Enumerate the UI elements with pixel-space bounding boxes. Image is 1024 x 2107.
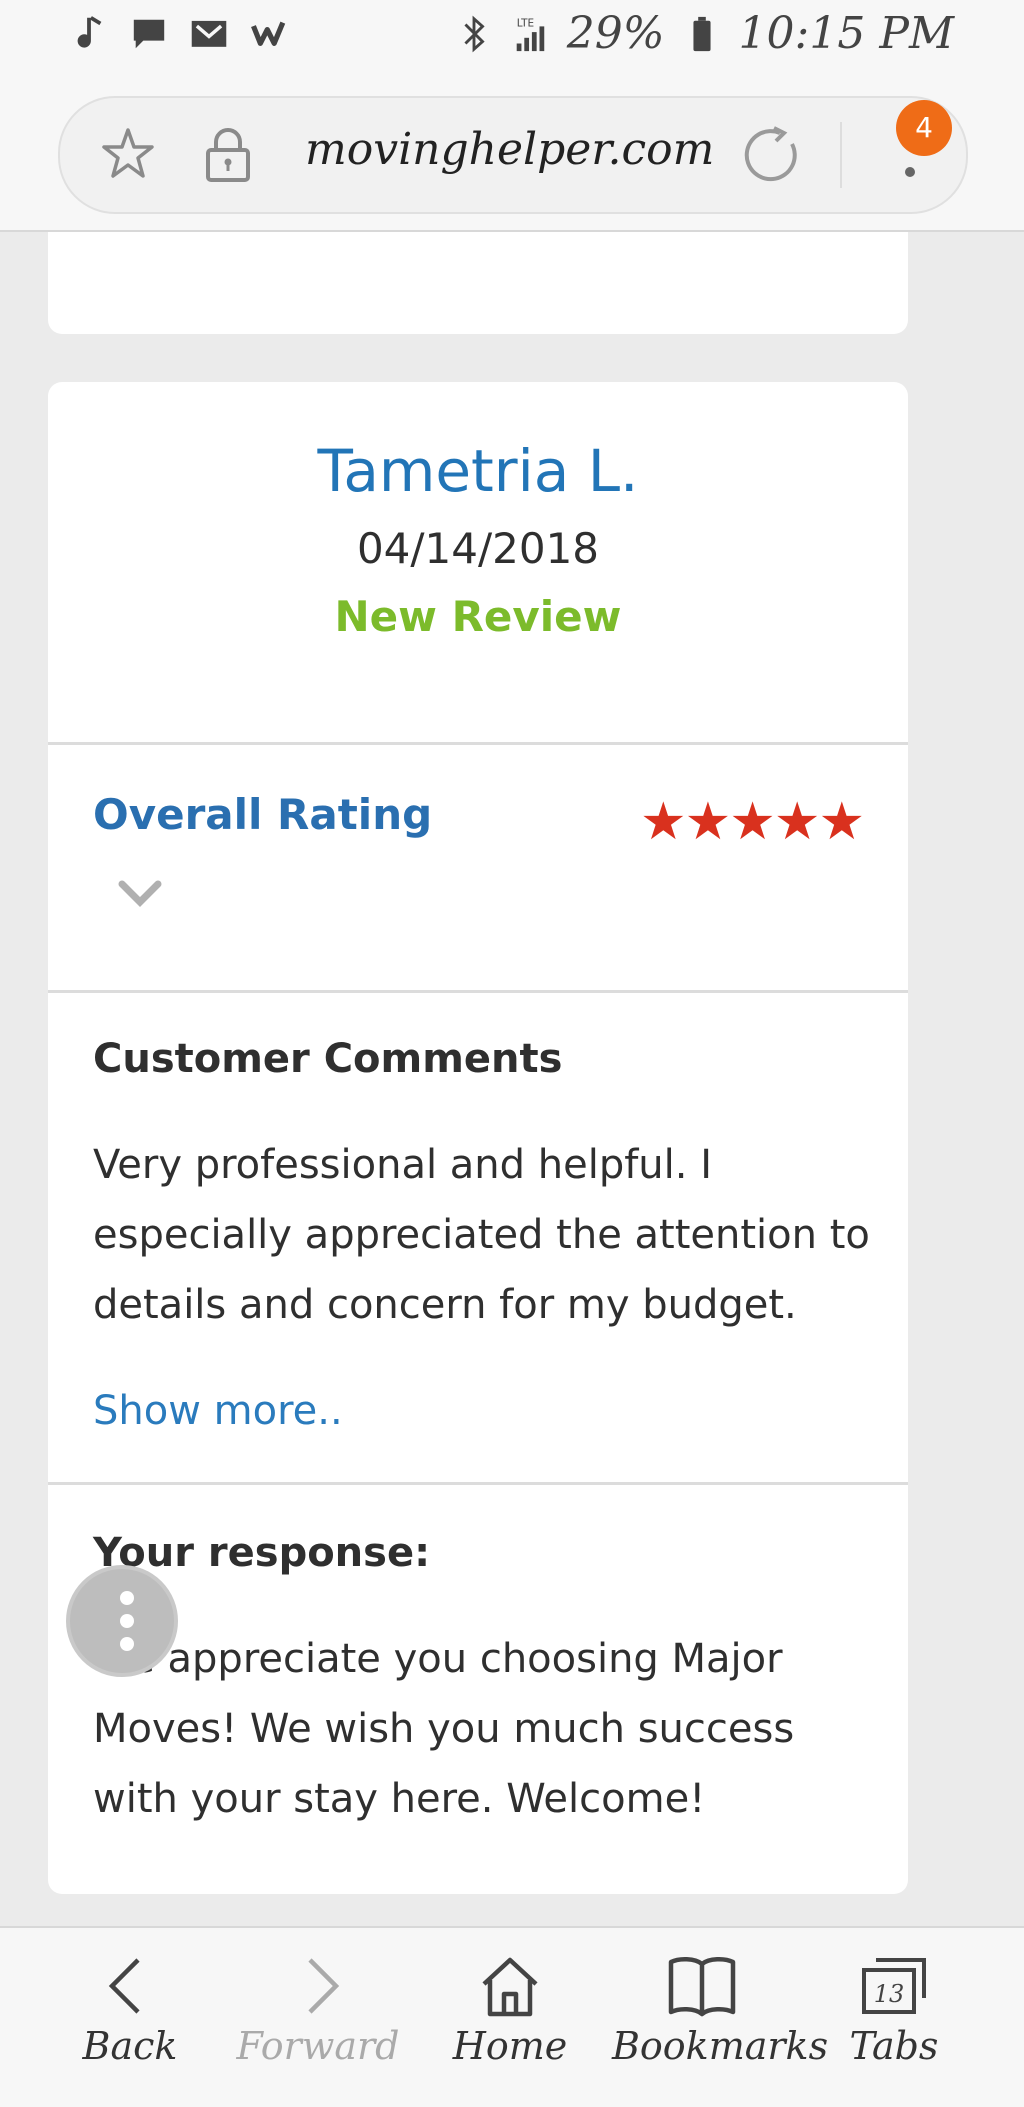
svg-text:LTE: LTE bbox=[516, 17, 533, 29]
home-button[interactable]: Home bbox=[420, 1954, 600, 2068]
url-text[interactable]: movinghelper.com bbox=[305, 124, 714, 175]
back-arrow-icon bbox=[108, 1958, 140, 2014]
home-icon bbox=[482, 1957, 538, 2017]
tabs-count: 13 bbox=[874, 1980, 905, 2008]
forward-arrow-icon bbox=[308, 1958, 340, 2014]
divider bbox=[48, 1482, 908, 1485]
home-label: Home bbox=[452, 2024, 568, 2068]
review-date: 04/14/2018 bbox=[356, 524, 600, 573]
signal-icon: LTE bbox=[516, 17, 544, 51]
customer-comments-title: Customer Comments bbox=[93, 1036, 563, 1082]
chevron-down-icon[interactable] bbox=[116, 876, 164, 910]
divider bbox=[48, 742, 908, 745]
customer-comments-text: Very professional and helpful. I especia… bbox=[93, 1142, 870, 1328]
status-left-icons bbox=[70, 14, 288, 52]
show-more-link[interactable]: Show more.. bbox=[93, 1388, 343, 1434]
notification-badge[interactable]: 4 bbox=[896, 100, 952, 156]
tabs-icon: 13 bbox=[862, 1958, 926, 2014]
overall-rating-label: Overall Rating bbox=[93, 790, 433, 839]
floating-menu-button[interactable] bbox=[66, 1565, 178, 1677]
bluetooth-icon bbox=[464, 15, 485, 52]
w-app-icon bbox=[251, 21, 286, 46]
clock: 10:15 PM bbox=[738, 8, 954, 59]
back-button[interactable]: Back bbox=[40, 1954, 220, 2068]
tabs-label: Tabs bbox=[849, 2024, 939, 2068]
response-text: We appreciate you choosing Major Moves! … bbox=[93, 1636, 795, 1822]
status-right: LTE 29% 10:15 PM bbox=[455, 8, 954, 59]
battery-percent: 29% bbox=[566, 8, 665, 59]
previous-review-card bbox=[48, 232, 908, 334]
bookmarks-button[interactable]: Bookmarks bbox=[612, 1954, 829, 2068]
star-icon[interactable] bbox=[100, 126, 156, 182]
forward-label: Forward bbox=[236, 2024, 400, 2068]
fab-dot bbox=[120, 1637, 134, 1651]
fab-dot bbox=[120, 1591, 134, 1605]
lock-icon[interactable] bbox=[200, 124, 256, 184]
star-rating: ★★★★★ bbox=[640, 792, 865, 852]
browser-bottom-nav: Back Forward Home Bookmarks 13 Tabs bbox=[0, 1926, 1024, 2107]
battery-icon bbox=[692, 16, 711, 51]
review-card: Tametria L. 04/14/2018 New Review Overal… bbox=[48, 382, 908, 1894]
status-bar: LTE 29% 10:15 PM bbox=[0, 0, 1024, 80]
divider bbox=[48, 990, 908, 993]
reviewer-name: Tametria L. bbox=[317, 437, 639, 505]
message-icon bbox=[133, 19, 165, 49]
toolbar-separator bbox=[840, 122, 842, 188]
fab-dot bbox=[120, 1614, 134, 1628]
bookmarks-icon bbox=[668, 1957, 736, 2017]
bookmarks-label: Bookmarks bbox=[612, 2024, 829, 2068]
address-bar[interactable]: movinghelper.com bbox=[58, 96, 968, 214]
music-note-icon bbox=[77, 16, 102, 48]
back-label: Back bbox=[82, 2024, 178, 2068]
refresh-icon[interactable] bbox=[742, 124, 804, 186]
tabs-button[interactable]: 13 Tabs bbox=[804, 1954, 984, 2068]
page-content: Tametria L. 04/14/2018 New Review Overal… bbox=[0, 232, 1024, 1926]
browser-toolbar: movinghelper.com 4 bbox=[0, 80, 1024, 232]
forward-button[interactable]: Forward bbox=[228, 1954, 408, 2068]
review-status: New Review bbox=[334, 592, 622, 641]
gmail-icon bbox=[191, 20, 227, 47]
